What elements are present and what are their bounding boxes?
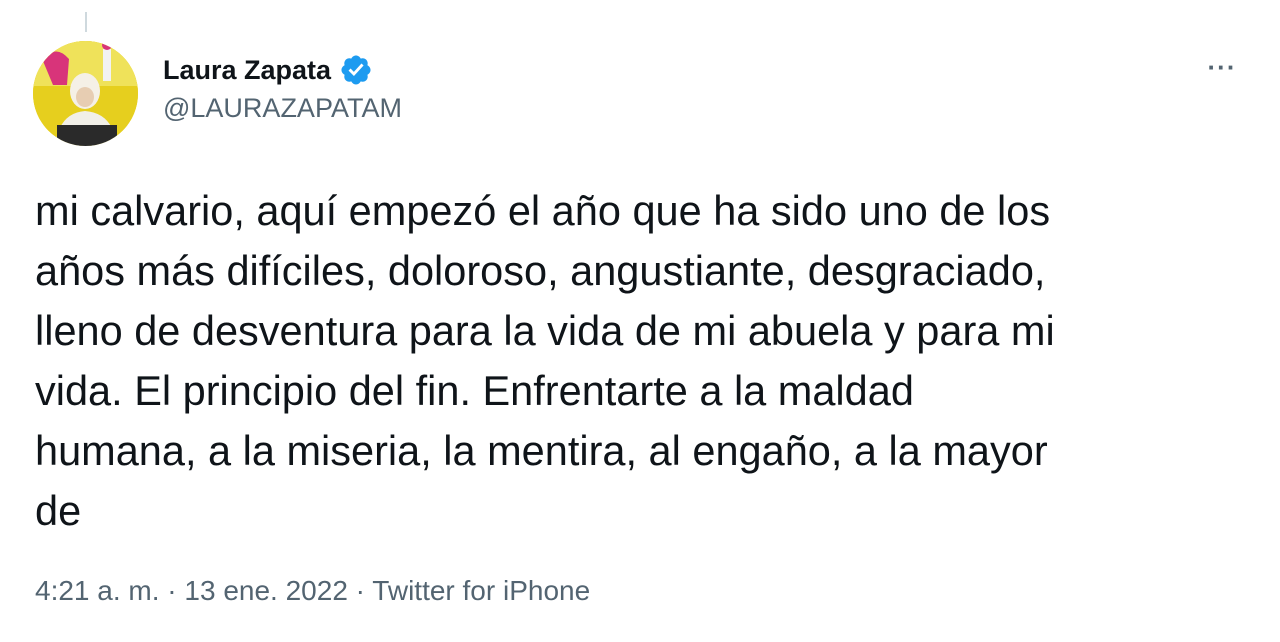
tweet-text-line: mi calvario, aquí empezó el año que ha s… <box>35 187 1051 234</box>
name-row: Laura Zapata <box>163 52 402 88</box>
tweet-text: mi calvario, aquí empezó el año que ha s… <box>35 181 1250 541</box>
avatar[interactable] <box>33 41 138 146</box>
display-name[interactable]: Laura Zapata <box>163 55 331 86</box>
verified-badge-icon <box>341 55 371 85</box>
tweet-text-line: vida. El principio del fin. Enfrentarte … <box>35 367 914 414</box>
avatar-image <box>33 41 138 146</box>
tweet-source[interactable]: Twitter for iPhone <box>372 575 590 606</box>
more-options-icon[interactable]: ··· <box>1202 52 1242 82</box>
user-handle[interactable]: @LAURAZAPATAM <box>163 93 402 124</box>
thread-connector <box>85 12 87 32</box>
timestamp-time[interactable]: 4:21 a. m. <box>35 575 160 606</box>
tweet-text-line: humana, a la miseria, la mentira, al eng… <box>35 427 1048 474</box>
meta-separator: · <box>347 575 373 606</box>
tweet-text-line: de <box>35 487 82 534</box>
author-block: Laura Zapata @LAURAZAPATAM <box>163 52 402 124</box>
meta-separator: · <box>159 575 185 606</box>
tweet-metadata: 4:21 a. m. · 13 ene. 2022 · Twitter for … <box>35 575 590 607</box>
tweet-text-line: lleno de desventura para la vida de mi a… <box>35 307 1055 354</box>
timestamp-date[interactable]: 13 ene. 2022 <box>184 575 348 606</box>
tweet-card: Laura Zapata @LAURAZAPATAM ··· mi calvar… <box>0 0 1280 642</box>
tweet-text-line: años más difíciles, doloroso, angustiant… <box>35 247 1046 294</box>
